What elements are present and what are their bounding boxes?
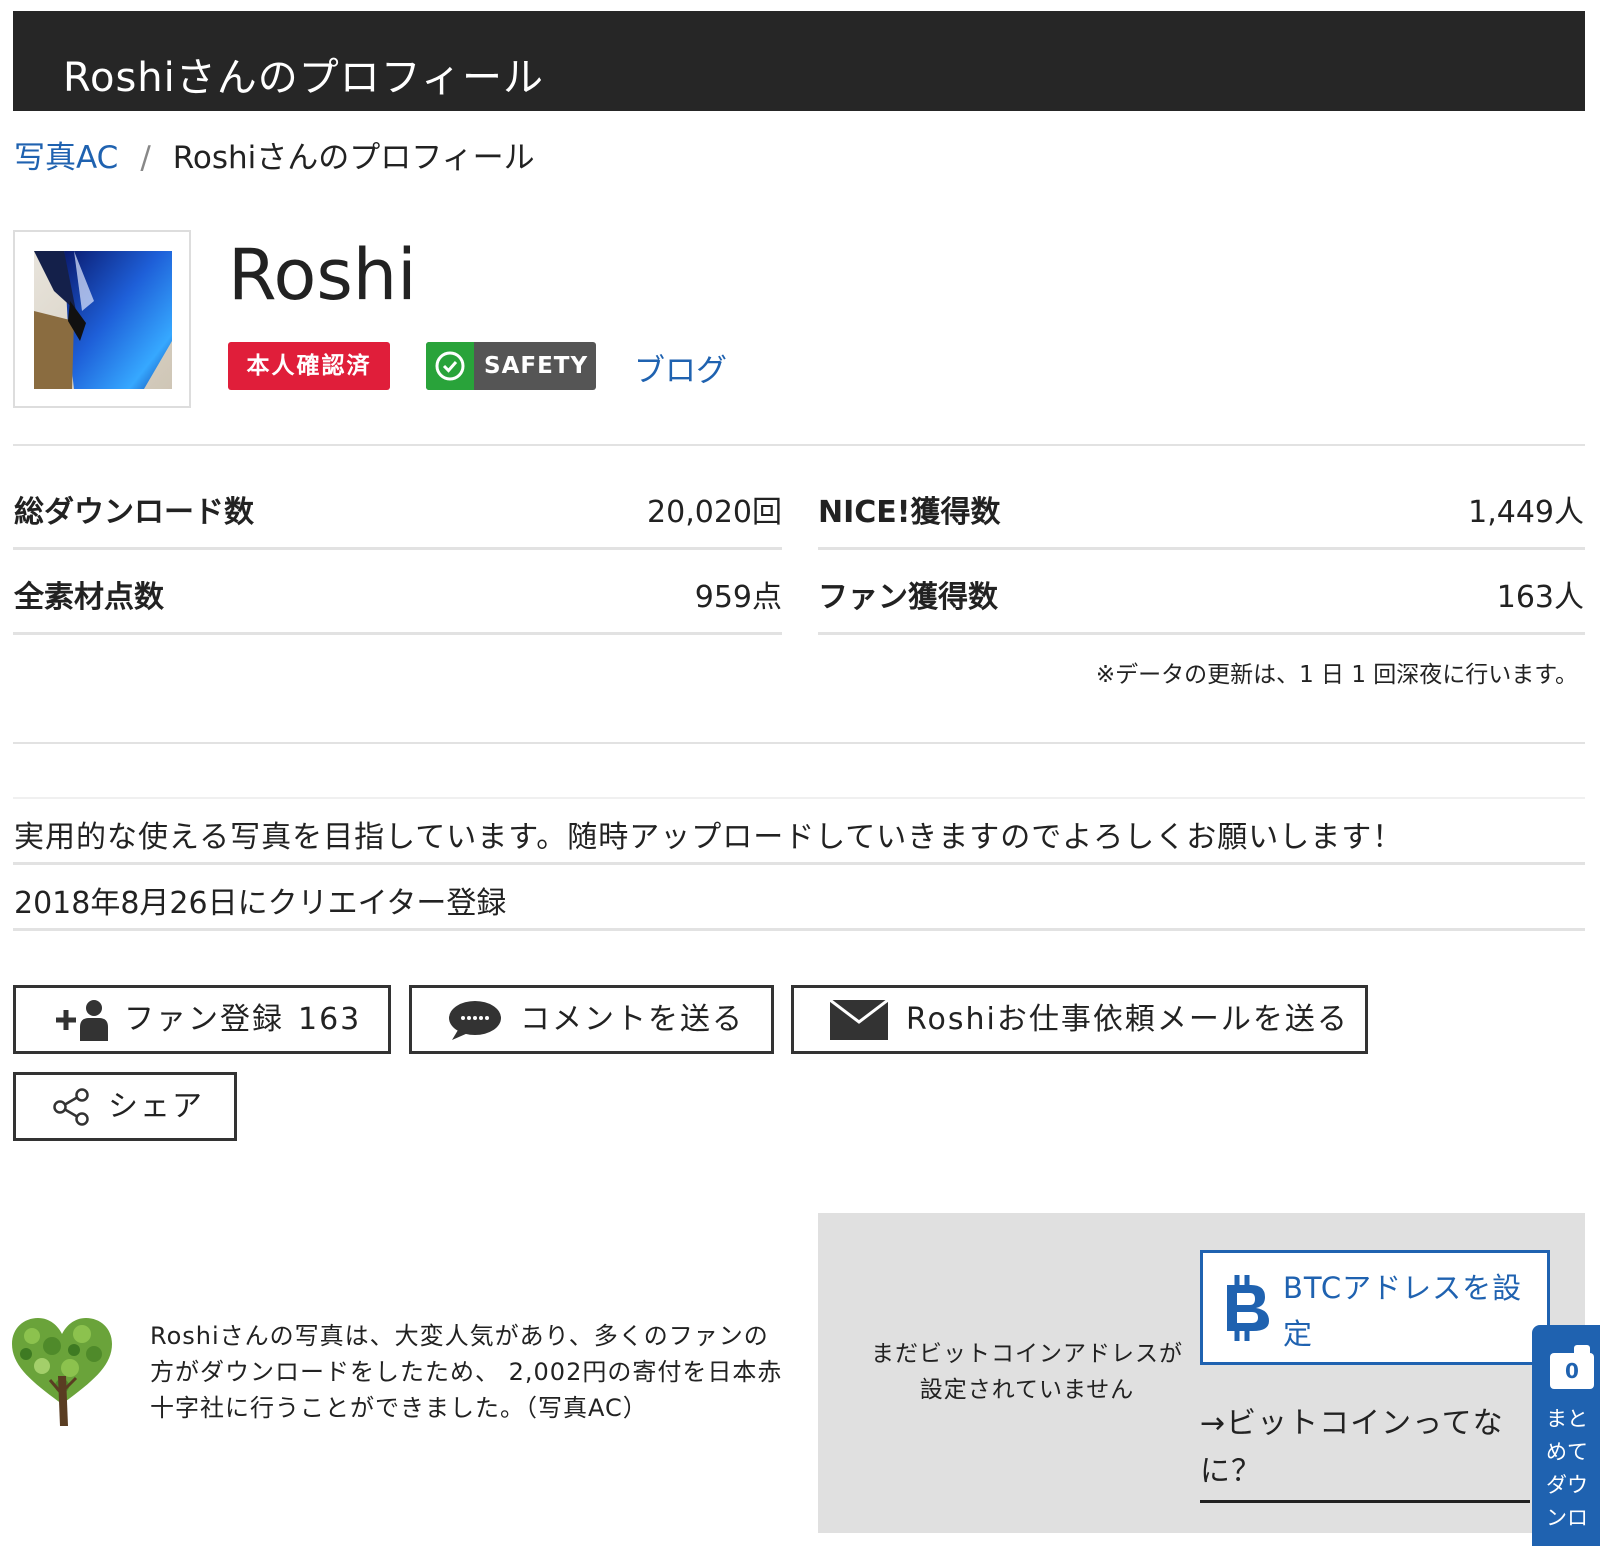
share-icon <box>53 1087 89 1126</box>
charity-message: Roshiさんの写真は、大変人気があり、多くのファンの方がダウンロードをしたため… <box>150 1322 783 1422</box>
bulk-download-label: まとめてダウンロ <box>1546 1407 1588 1530</box>
breadcrumb-current: Roshiさんのプロフィール <box>172 140 535 176</box>
fans-value: 163人 <box>1496 580 1584 615</box>
profile-name: Roshi <box>228 234 417 316</box>
fan-count: 163 <box>298 1002 362 1037</box>
avatar-butterfly-image <box>34 251 172 389</box>
fan-register-label: ファン登録 <box>124 1002 284 1037</box>
send-work-request-label: Roshiお仕事依頼メールを送る <box>906 1002 1349 1037</box>
stat-divider <box>13 632 782 635</box>
send-work-request-button[interactable]: Roshiお仕事依頼メールを送る <box>791 985 1368 1054</box>
fan-register-button[interactable]: ファン登録 163 <box>13 985 391 1054</box>
divider <box>13 797 1585 799</box>
page-title: Roshiさんのプロフィール <box>63 55 544 101</box>
stat-divider <box>13 547 782 550</box>
registered-date: 2018年8月26日にクリエイター登録 <box>14 886 507 921</box>
breadcrumb-separator: / <box>140 140 151 176</box>
send-comment-button[interactable]: コメントを送る <box>409 985 774 1054</box>
share-button[interactable]: シェア <box>13 1072 237 1141</box>
bulk-download-tab[interactable]: 0 まとめてダウンロ <box>1532 1325 1600 1546</box>
stat-divider <box>818 547 1585 550</box>
heart-tree-icon <box>12 1318 112 1426</box>
what-is-bitcoin-link[interactable]: →ビットコインってなに？ <box>1200 1400 1530 1503</box>
materials-label: 全素材点数 <box>14 580 164 615</box>
nice-value: 1,449人 <box>1468 495 1584 530</box>
breadcrumb: 写真AC / Roshiさんのプロフィール <box>14 132 535 177</box>
set-btc-address-label: BTCアドレスを設定 <box>1283 1271 1523 1351</box>
blog-link[interactable]: ブログ <box>634 345 727 390</box>
nice-label: NICE!獲得数 <box>818 495 1001 530</box>
avatar <box>13 230 191 408</box>
fans-label: ファン獲得数 <box>818 580 998 615</box>
verified-badge: 本人確認済 <box>228 342 390 390</box>
set-btc-address-button[interactable]: BTCアドレスを設定 <box>1200 1250 1550 1365</box>
materials-value: 959点 <box>694 580 782 615</box>
btc-not-set-message: まだビットコインアドレスが設定されていません <box>871 1341 1183 1403</box>
profile-bio: 実用的な使える写真を目指しています。随時アップロードしていきますのでよろしくお願… <box>14 820 1404 855</box>
downloads-label: 総ダウンロード数 <box>14 495 254 530</box>
divider <box>13 928 1585 931</box>
safety-badge: SAFETY <box>426 342 596 390</box>
page-header: Roshiさんのプロフィール <box>13 11 1585 111</box>
divider <box>13 862 1585 865</box>
divider <box>13 444 1585 446</box>
check-circle-icon <box>426 342 474 390</box>
mail-icon <box>830 999 888 1040</box>
comment-bubble-icon <box>449 1000 501 1040</box>
downloads-value: 20,020回 <box>647 495 782 530</box>
divider <box>13 742 1585 744</box>
send-comment-label: コメントを送る <box>520 1002 744 1037</box>
share-label: シェア <box>108 1089 204 1124</box>
update-note: ※データの更新は、1 日 1 回深夜に行います。 <box>1095 662 1578 688</box>
bulk-download-count: 0 <box>1550 1345 1594 1389</box>
breadcrumb-home-link[interactable]: 写真AC <box>14 140 118 176</box>
safety-badge-label: SAFETY <box>484 353 589 379</box>
bitcoin-icon <box>1227 1275 1269 1341</box>
add-user-icon <box>56 999 108 1041</box>
stat-divider <box>818 632 1585 635</box>
